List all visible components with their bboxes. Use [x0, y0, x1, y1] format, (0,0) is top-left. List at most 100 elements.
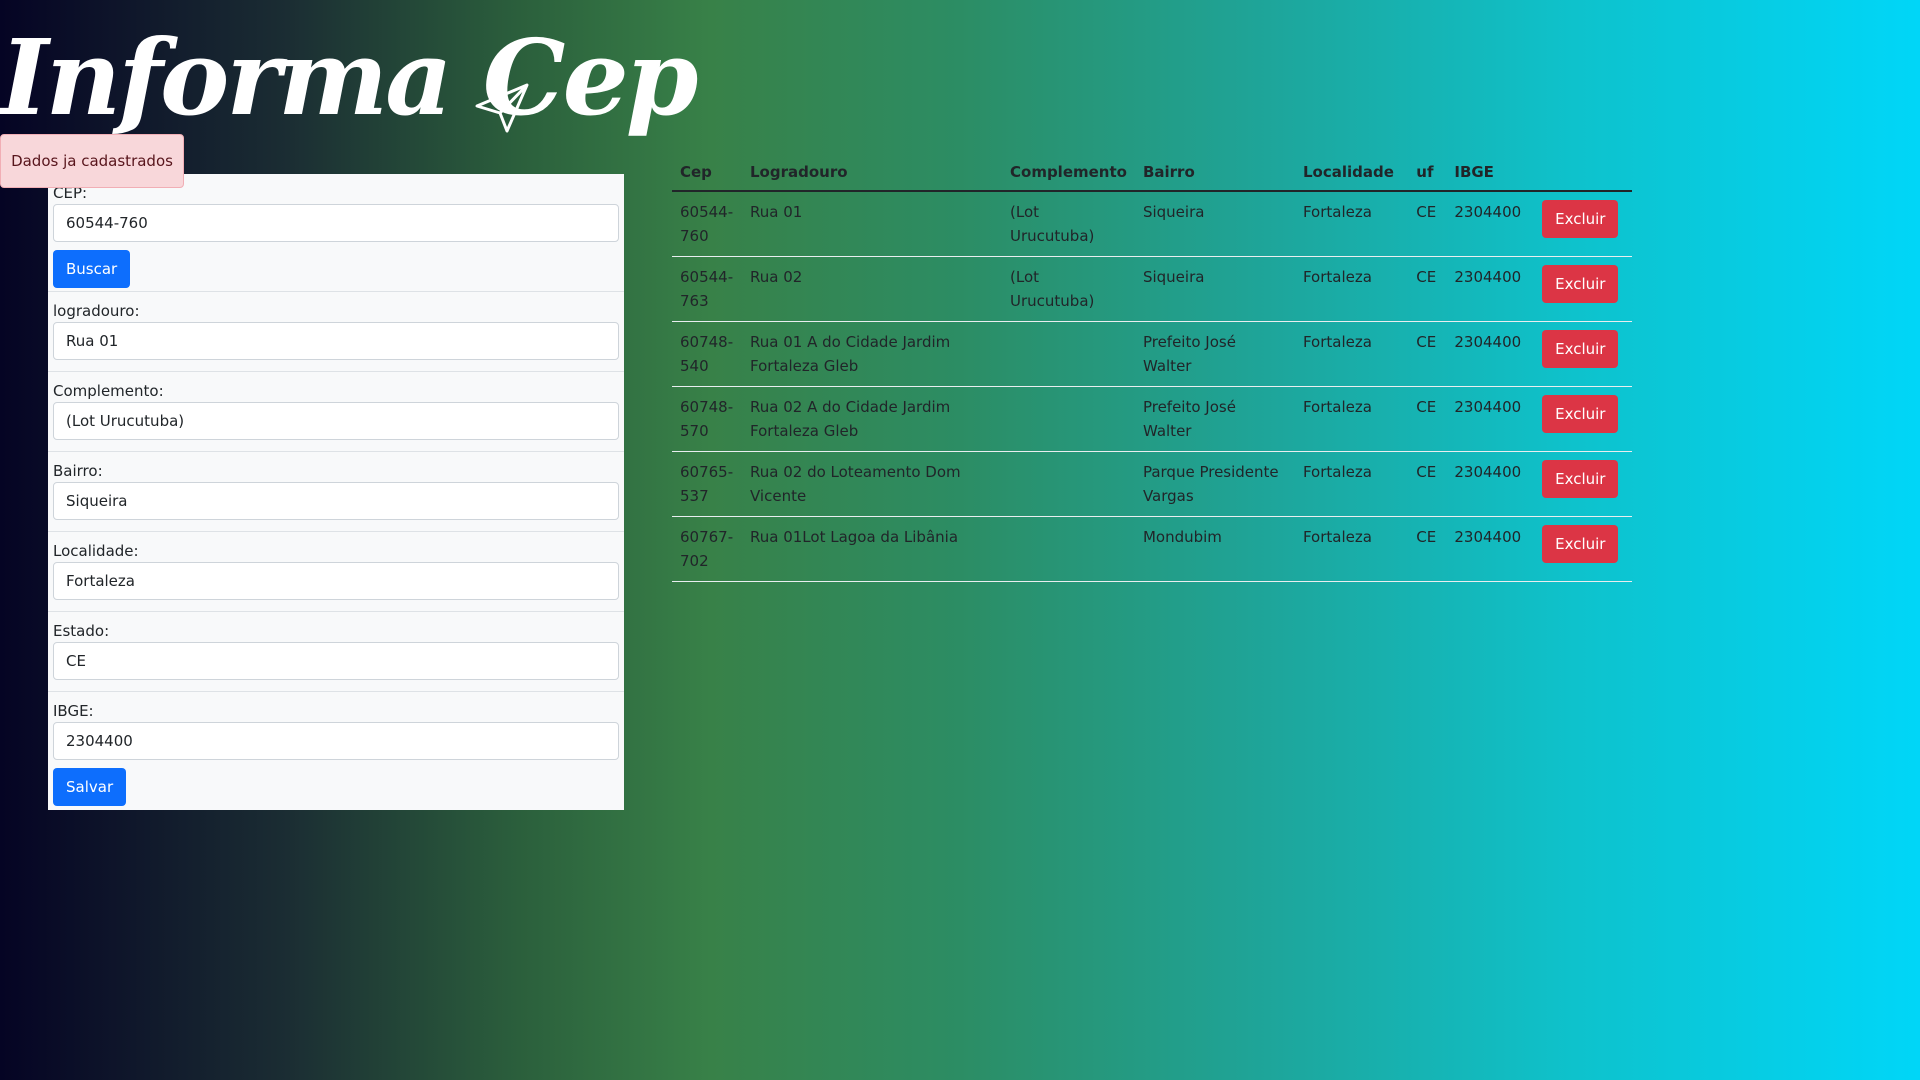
cell-ibge: 2304400 — [1446, 516, 1535, 582]
cell-cep: 60765-537 — [672, 451, 742, 517]
divider — [48, 531, 624, 532]
table-row: 60748-570 Rua 02 A do Cidade Jardim Fort… — [672, 386, 1632, 452]
cell-uf: CE — [1408, 516, 1447, 582]
cell-actions: Excluir — [1534, 256, 1632, 322]
cell-logradouro: Rua 01 A do Cidade Jardim Fortaleza Gleb — [742, 321, 1002, 387]
logradouro-field-group: logradouro: — [53, 300, 619, 360]
estado-field-group: Estado: — [53, 620, 619, 680]
delete-button[interactable]: Excluir — [1542, 265, 1619, 303]
localidade-input[interactable] — [53, 562, 619, 600]
table-header-row: Cep Logradouro Complemento Bairro Locali… — [672, 154, 1632, 192]
cell-uf: CE — [1408, 191, 1447, 257]
estado-input[interactable] — [53, 642, 619, 680]
cell-actions: Excluir — [1534, 451, 1632, 517]
ibge-label: IBGE: — [53, 702, 94, 720]
table-row: 60544-763 Rua 02 (Lot Urucutuba) Siqueir… — [672, 256, 1632, 322]
cell-actions: Excluir — [1534, 516, 1632, 582]
cell-complemento: (Lot Urucutuba) — [1002, 191, 1135, 257]
duplicate-alert: Dados ja cadastrados — [0, 134, 184, 188]
cell-cep: 60544-760 — [672, 191, 742, 257]
bairro-input[interactable] — [53, 482, 619, 520]
cell-cep: 60767-702 — [672, 516, 742, 582]
bairro-field-group: Bairro: — [53, 460, 619, 520]
cell-actions: Excluir — [1534, 191, 1632, 257]
search-button[interactable]: Buscar — [53, 250, 131, 288]
divider — [48, 611, 624, 612]
header-localidade: Localidade — [1294, 154, 1409, 192]
cell-localidade: Fortaleza — [1294, 321, 1409, 387]
logradouro-label: logradouro: — [53, 302, 140, 320]
divider — [48, 451, 624, 452]
header-bairro: Bairro — [1134, 154, 1295, 192]
delete-button[interactable]: Excluir — [1542, 395, 1619, 433]
cep-table: Cep Logradouro Complemento Bairro Locali… — [672, 154, 1632, 582]
cell-bairro: Prefeito José Walter — [1134, 386, 1295, 452]
cell-actions: Excluir — [1534, 386, 1632, 452]
delete-button[interactable]: Excluir — [1542, 200, 1619, 238]
cell-ibge: 2304400 — [1446, 321, 1535, 387]
divider — [48, 291, 624, 292]
cell-bairro: Parque Presidente Vargas — [1134, 451, 1295, 517]
cell-complemento — [1002, 386, 1135, 452]
cell-bairro: Siqueira — [1134, 256, 1295, 322]
cell-logradouro: Rua 01 — [742, 191, 1002, 257]
cell-logradouro: Rua 01Lot Lagoa da Libânia — [742, 516, 1002, 582]
delete-button[interactable]: Excluir — [1542, 525, 1619, 563]
localidade-label: Localidade: — [53, 542, 139, 560]
divider — [48, 691, 624, 692]
cell-localidade: Fortaleza — [1294, 386, 1409, 452]
delete-button[interactable]: Excluir — [1542, 460, 1619, 498]
cell-logradouro: Rua 02 A do Cidade Jardim Fortaleza Gleb — [742, 386, 1002, 452]
cep-field-group: CEP: — [53, 182, 619, 242]
cell-uf: CE — [1408, 386, 1447, 452]
cell-localidade: Fortaleza — [1294, 256, 1409, 322]
cell-uf: CE — [1408, 256, 1447, 322]
estado-label: Estado: — [53, 622, 110, 640]
cell-ibge: 2304400 — [1446, 451, 1535, 517]
cell-cep: 60748-570 — [672, 386, 742, 452]
complemento-input[interactable] — [53, 402, 619, 440]
cell-bairro: Prefeito José Walter — [1134, 321, 1295, 387]
complemento-label: Complemento: — [53, 382, 164, 400]
header-cep: Cep — [672, 154, 742, 192]
cell-ibge: 2304400 — [1446, 386, 1535, 452]
table-row: 60748-540 Rua 01 A do Cidade Jardim Fort… — [672, 321, 1632, 387]
header-complemento: Complemento — [1002, 154, 1135, 192]
address-form: CEP: Buscar logradouro: Complemento: Bai… — [48, 174, 624, 810]
cell-complemento — [1002, 321, 1135, 387]
cell-complemento: (Lot Urucutuba) — [1002, 256, 1135, 322]
cell-localidade: Fortaleza — [1294, 516, 1409, 582]
cell-cep: 60544-763 — [672, 256, 742, 322]
delete-button[interactable]: Excluir — [1542, 330, 1619, 368]
cell-uf: CE — [1408, 321, 1447, 387]
cell-ibge: 2304400 — [1446, 191, 1535, 257]
cep-input[interactable] — [53, 204, 619, 242]
bairro-label: Bairro: — [53, 462, 103, 480]
table-row: 60544-760 Rua 01 (Lot Urucutuba) Siqueir… — [672, 191, 1632, 257]
cell-bairro: Mondubim — [1134, 516, 1295, 582]
save-button[interactable]: Salvar — [53, 768, 127, 806]
cell-logradouro: Rua 02 do Loteamento Dom Vicente — [742, 451, 1002, 517]
paper-plane-icon — [475, 83, 529, 133]
app-title: Informa Cep — [0, 16, 698, 139]
cell-ibge: 2304400 — [1446, 256, 1535, 322]
logradouro-input[interactable] — [53, 322, 619, 360]
ibge-field-group: IBGE: — [53, 700, 619, 760]
table-row: 60767-702 Rua 01Lot Lagoa da Libânia Mon… — [672, 516, 1632, 582]
cell-bairro: Siqueira — [1134, 191, 1295, 257]
cell-actions: Excluir — [1534, 321, 1632, 387]
cell-cep: 60748-540 — [672, 321, 742, 387]
cell-logradouro: Rua 02 — [742, 256, 1002, 322]
cell-complemento — [1002, 451, 1135, 517]
divider — [48, 371, 624, 372]
complemento-field-group: Complemento: — [53, 380, 619, 440]
header-uf: uf — [1408, 154, 1447, 192]
cell-complemento — [1002, 516, 1135, 582]
cell-localidade: Fortaleza — [1294, 191, 1409, 257]
ibge-input[interactable] — [53, 722, 619, 760]
header-logradouro: Logradouro — [742, 154, 1002, 192]
cell-uf: CE — [1408, 451, 1447, 517]
table-row: 60765-537 Rua 02 do Loteamento Dom Vicen… — [672, 451, 1632, 517]
header-ibge: IBGE — [1446, 154, 1535, 192]
cell-localidade: Fortaleza — [1294, 451, 1409, 517]
